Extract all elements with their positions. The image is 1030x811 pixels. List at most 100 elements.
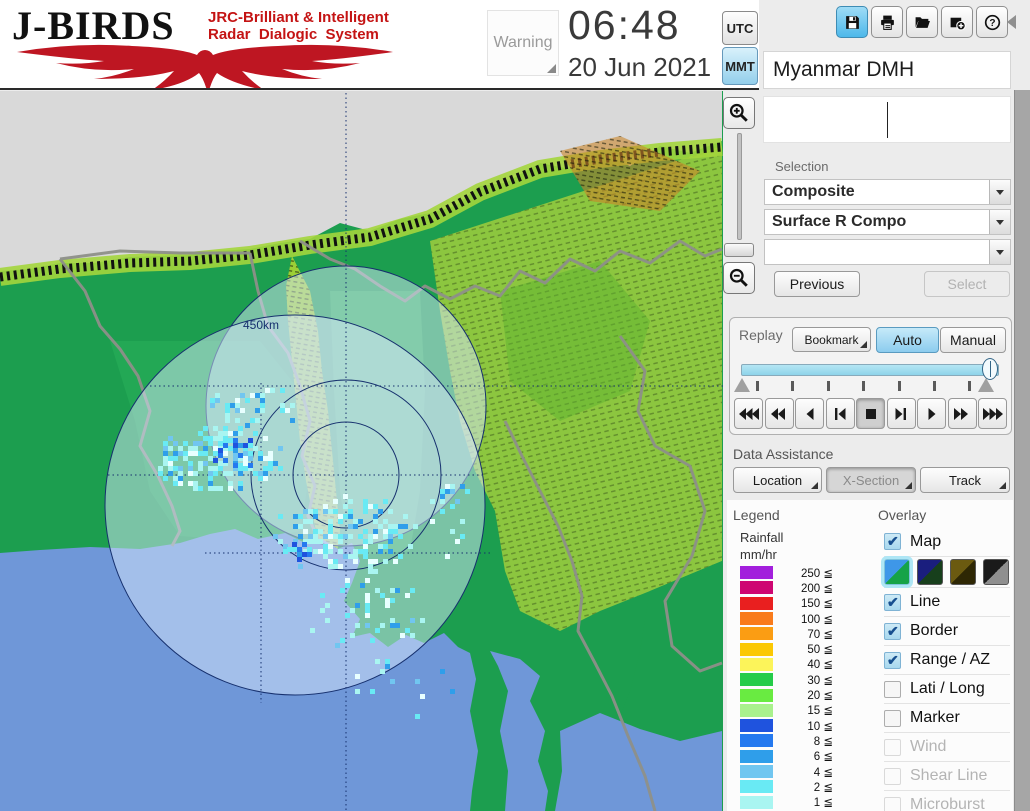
open-button[interactable] — [906, 6, 938, 38]
legend-row: 15 ≦ — [740, 703, 833, 718]
replay-timeline-slider[interactable] — [741, 364, 999, 376]
selection-dropdown-2-value: Surface R Compo — [765, 213, 989, 231]
legend-row: 100 ≦ — [740, 611, 833, 626]
map-zoom-slider-track[interactable] — [737, 133, 742, 240]
overlay-checkbox-list: MapLineBorderRange / AZLati / LongMarker… — [884, 527, 1010, 811]
replay-range-end-marker[interactable] — [978, 378, 994, 392]
select-button[interactable]: Select — [924, 271, 1010, 297]
map-style-swatch-3[interactable] — [950, 559, 976, 585]
selection-dropdown-2[interactable]: Surface R Compo — [764, 209, 1011, 235]
legend-row: 6 ≦ — [740, 749, 833, 764]
radar-map[interactable]: 450km — [0, 91, 723, 811]
transport-forward-fast-button[interactable] — [978, 398, 1007, 429]
legend-value: 4 ≦ — [773, 765, 833, 779]
selection-dropdown-3[interactable] — [764, 239, 1011, 265]
map-style-swatch-1[interactable] — [884, 559, 910, 585]
checkbox-checked[interactable] — [884, 623, 901, 640]
play-icon — [922, 408, 942, 420]
transport-play-button[interactable] — [917, 398, 946, 429]
legend-row: 20 ≦ — [740, 687, 833, 702]
transport-step-back-button[interactable] — [826, 398, 855, 429]
overlay-item-label: Marker — [910, 709, 960, 727]
legend-value: 20 ≦ — [773, 688, 833, 702]
legend-row: 30 ≦ — [740, 672, 833, 687]
x-section-button[interactable]: X-Section — [826, 467, 916, 493]
legend-color-swatch — [740, 627, 773, 640]
print-button[interactable] — [871, 6, 903, 38]
legend-color-swatch — [740, 689, 773, 702]
checkbox-unchecked — [884, 739, 901, 756]
legend-color-swatch — [740, 765, 773, 778]
replay-slider-handle[interactable] — [982, 358, 998, 380]
legend-title: Rainfall — [740, 530, 783, 545]
legend-value: 50 ≦ — [773, 642, 833, 656]
legend-value: 250 ≦ — [773, 566, 833, 580]
legend-value: 30 ≦ — [773, 673, 833, 687]
selection-dropdown-1[interactable]: Composite — [764, 179, 1011, 205]
status-box — [763, 96, 1011, 143]
right-splitter[interactable] — [1014, 90, 1030, 811]
replay-range-start-marker[interactable] — [734, 378, 750, 392]
replay-auto-button[interactable]: Auto — [876, 327, 939, 353]
legend-color-swatch — [740, 581, 773, 594]
overlay-item-microburst: Microburst — [884, 790, 1010, 811]
forward-icon — [952, 408, 972, 420]
checkbox-unchecked[interactable] — [884, 710, 901, 727]
transport-stop-button[interactable] — [856, 398, 885, 429]
warning-button[interactable]: Warning — [487, 10, 559, 76]
checkbox-unchecked — [884, 797, 901, 811]
chevron-down-icon[interactable] — [989, 180, 1010, 204]
overlay-section-label: Overlay — [878, 507, 926, 523]
replay-manual-button[interactable]: Manual — [940, 327, 1006, 353]
legend-row: 2 ≦ — [740, 779, 833, 794]
overlay-item-wind: Wind — [884, 732, 1010, 761]
map-style-swatch-2[interactable] — [917, 559, 943, 585]
map-zoom-out-button[interactable] — [723, 262, 755, 294]
app-header: J-BIRDS JRC-Brilliant & Intelligent Rada… — [0, 0, 759, 90]
transport-rewind-fast-button[interactable] — [734, 398, 763, 429]
transport-step-forward-button[interactable] — [887, 398, 916, 429]
slider-tick — [791, 381, 794, 391]
main-toolbar: ? — [836, 6, 1008, 38]
transport-rewind-button[interactable] — [765, 398, 794, 429]
location-button[interactable]: Location — [733, 467, 822, 493]
help-button[interactable]: ? — [976, 6, 1008, 38]
overlay-item-label: Range / AZ — [910, 651, 990, 669]
timezone-mmt-button[interactable]: MMT — [722, 47, 758, 85]
map-zoom-slider-handle[interactable] — [724, 243, 754, 257]
checkbox-checked[interactable] — [884, 533, 901, 550]
rewind-icon — [769, 408, 789, 420]
checkbox-unchecked — [884, 768, 901, 785]
panel-collapse-icon[interactable] — [1007, 15, 1016, 29]
magnifier-plus-icon — [729, 103, 749, 123]
transport-play-back-button[interactable] — [795, 398, 824, 429]
checkbox-unchecked[interactable] — [884, 681, 901, 698]
checkbox-checked[interactable] — [884, 652, 901, 669]
chevron-down-icon[interactable] — [989, 240, 1010, 264]
print-icon — [879, 14, 896, 31]
overlay-item-border: Border — [884, 616, 1010, 645]
legend-color-swatch — [740, 643, 773, 656]
timezone-utc-button[interactable]: UTC — [722, 11, 758, 45]
transport-forward-button[interactable] — [948, 398, 977, 429]
legend-value: 70 ≦ — [773, 627, 833, 641]
capture-icon — [949, 14, 966, 31]
legend-row: 4 ≦ — [740, 764, 833, 779]
legend-color-swatch — [740, 750, 773, 763]
slider-tick — [862, 381, 865, 391]
previous-button[interactable]: Previous — [774, 271, 860, 297]
checkbox-checked[interactable] — [884, 594, 901, 611]
map-zoom-in-button[interactable] — [723, 97, 755, 129]
save-button[interactable] — [836, 6, 868, 38]
map-style-swatch-4[interactable] — [983, 559, 1009, 585]
track-button[interactable]: Track — [920, 467, 1010, 493]
overlay-item-label: Line — [910, 593, 940, 611]
legend-color-swatch — [740, 719, 773, 732]
bookmark-button[interactable]: Bookmark — [792, 327, 871, 352]
chevron-down-icon[interactable] — [989, 210, 1010, 234]
slider-tick — [756, 381, 759, 391]
legend-value: 150 ≦ — [773, 596, 833, 610]
slider-tick — [898, 381, 901, 391]
legend-row: 50 ≦ — [740, 641, 833, 656]
capture-button[interactable] — [941, 6, 973, 38]
